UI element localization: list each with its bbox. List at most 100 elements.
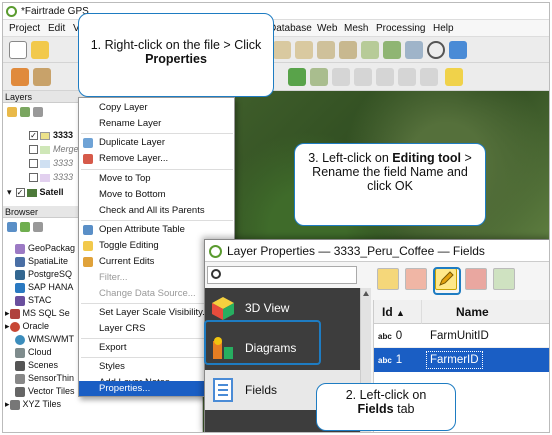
column-header-id[interactable]: Id ▲	[374, 300, 422, 324]
identify-icon[interactable]	[310, 68, 328, 86]
new-project-icon[interactable]	[9, 41, 27, 59]
layer-checkbox[interactable]	[29, 145, 38, 155]
browser-item-label: SensorThin	[28, 373, 75, 383]
measure-icon[interactable]	[332, 68, 350, 86]
menu-check-parents[interactable]: Check and All its Parents	[79, 203, 234, 219]
menu-mesh[interactable]: Mesh	[344, 20, 368, 37]
layer-checkbox[interactable]	[29, 159, 38, 169]
menu-item-label: Open Attribute Table	[99, 224, 185, 235]
fields-icon	[213, 378, 233, 402]
expand-chevron-icon[interactable]: ▾	[7, 187, 12, 197]
layer-row[interactable]: 3333	[29, 171, 73, 184]
add-selected-icon[interactable]	[20, 222, 30, 233]
show-bookmarks-icon[interactable]	[405, 41, 423, 59]
browser-item[interactable]: Scenes	[15, 359, 58, 372]
menu-project[interactable]: Project	[9, 20, 40, 37]
new-bookmark-icon[interactable]	[383, 41, 401, 59]
field-name-editing[interactable]: FarmerID	[426, 351, 483, 369]
layer-checkbox[interactable]: ✓	[29, 131, 38, 141]
browser-item[interactable]: Vector Tiles	[15, 385, 75, 398]
browser-item[interactable]: Cloud	[15, 346, 52, 359]
scroll-up-icon[interactable]	[363, 291, 369, 296]
dialog-search-input[interactable]	[207, 266, 357, 284]
menu-move-bottom[interactable]: Move to Bottom	[79, 187, 234, 203]
new-field-icon[interactable]	[377, 268, 399, 290]
zoom-selection-icon[interactable]	[361, 41, 379, 59]
expand-arrow-icon[interactable]: ▸	[5, 308, 10, 318]
sap-hana-icon	[15, 282, 25, 293]
menu-open-attribute-table[interactable]: Open Attribute Table	[79, 222, 234, 238]
refresh-icon[interactable]	[449, 41, 467, 59]
style-icon[interactable]	[7, 107, 17, 118]
filter-icon[interactable]	[33, 107, 43, 118]
qgis-logo-icon	[209, 245, 222, 258]
digitize-icon[interactable]	[11, 68, 29, 86]
menu-edit[interactable]: Edit	[48, 20, 65, 37]
callout-bold: Editing tool	[392, 151, 462, 165]
menu-rename-layer[interactable]: Rename Layer	[79, 116, 234, 132]
browser-item[interactable]: WMS/WMT	[15, 333, 74, 346]
layer-swatch	[40, 159, 50, 168]
temporal-icon[interactable]	[427, 41, 445, 59]
layer-checkbox[interactable]: ✓	[15, 188, 25, 198]
label-icon[interactable]	[420, 68, 438, 86]
zoom-layer-icon[interactable]	[339, 41, 357, 59]
save-edits-icon[interactable]	[465, 268, 487, 290]
layer-row[interactable]: Merge	[29, 143, 79, 156]
zoom-out-icon[interactable]	[295, 41, 313, 59]
browser-item[interactable]: SAP HANA	[15, 281, 73, 294]
layer-row[interactable]: ✓ 3333	[29, 129, 73, 142]
window-title: *Fairtrade GPS	[21, 6, 89, 17]
menu-item-label: Copy Layer	[99, 102, 148, 113]
menu-separator	[81, 220, 233, 221]
sort-asc-icon: ▲	[396, 308, 405, 318]
browser-item[interactable]: ▸ Oracle	[5, 320, 49, 333]
browser-item[interactable]: SpatiaLite	[15, 255, 68, 268]
menu-item-label: Toggle Editing	[99, 240, 159, 251]
browser-item[interactable]: STAC	[15, 294, 51, 307]
vector-tiles-icon	[15, 386, 25, 397]
layer-row[interactable]: ▾ ✓ Satell	[7, 186, 64, 199]
menu-remove-layer[interactable]: Remove Layer...	[79, 151, 234, 167]
column-header-name[interactable]: Name	[422, 300, 549, 324]
menu-help[interactable]: Help	[433, 20, 454, 37]
callout-bold: Properties	[145, 52, 207, 66]
layer-row[interactable]: 3333	[29, 157, 73, 170]
menu-database[interactable]: Database	[269, 20, 312, 37]
field-id: 0	[395, 330, 403, 342]
stats-icon[interactable]	[398, 68, 416, 86]
browser-item-label: SpatiaLite	[28, 256, 69, 266]
layer-checkbox[interactable]	[29, 173, 38, 183]
open-project-icon[interactable]	[31, 41, 49, 59]
browser-item[interactable]: GeoPackag	[15, 242, 75, 255]
browser-item[interactable]: PostgreSQ	[15, 268, 72, 281]
menu-item-label: Rename Layer	[99, 118, 162, 129]
refresh-icon[interactable]	[7, 222, 17, 233]
add-layer-icon[interactable]	[33, 68, 51, 86]
abc-label-icon[interactable]	[445, 68, 463, 86]
field-calculator-icon[interactable]	[493, 268, 515, 290]
table-row[interactable]: abc 1 FarmerID	[374, 348, 549, 372]
zoom-extent-icon[interactable]	[317, 41, 335, 59]
browser-item[interactable]: ▸ XYZ Tiles	[5, 398, 61, 411]
menu-move-top[interactable]: Move to Top	[79, 171, 234, 187]
field-name: FarmUnitID	[430, 330, 489, 342]
browser-item[interactable]: SensorThin	[15, 372, 74, 385]
menu-copy-layer[interactable]: Copy Layer	[79, 100, 234, 116]
menu-duplicate-layer[interactable]: Duplicate Layer	[79, 135, 234, 151]
field-calc-icon[interactable]	[376, 68, 394, 86]
expand-arrow-icon[interactable]: ▸	[5, 399, 10, 409]
delete-field-icon[interactable]	[405, 268, 427, 290]
table-row[interactable]: abc 0 FarmUnitID	[374, 324, 549, 348]
zoom-in-icon[interactable]	[273, 41, 291, 59]
browser-item[interactable]: ▸ MS SQL Se	[5, 307, 70, 320]
menu-processing[interactable]: Processing	[376, 20, 425, 37]
select-feature-icon[interactable]	[288, 68, 306, 86]
add-group-icon[interactable]	[20, 107, 30, 118]
menu-web[interactable]: Web	[317, 20, 337, 37]
expand-arrow-icon[interactable]: ▸	[5, 321, 10, 331]
filter-icon[interactable]	[33, 222, 43, 233]
mssql-icon	[9, 308, 20, 319]
deselect-icon[interactable]	[354, 68, 372, 86]
type-badge: abc	[378, 332, 392, 341]
